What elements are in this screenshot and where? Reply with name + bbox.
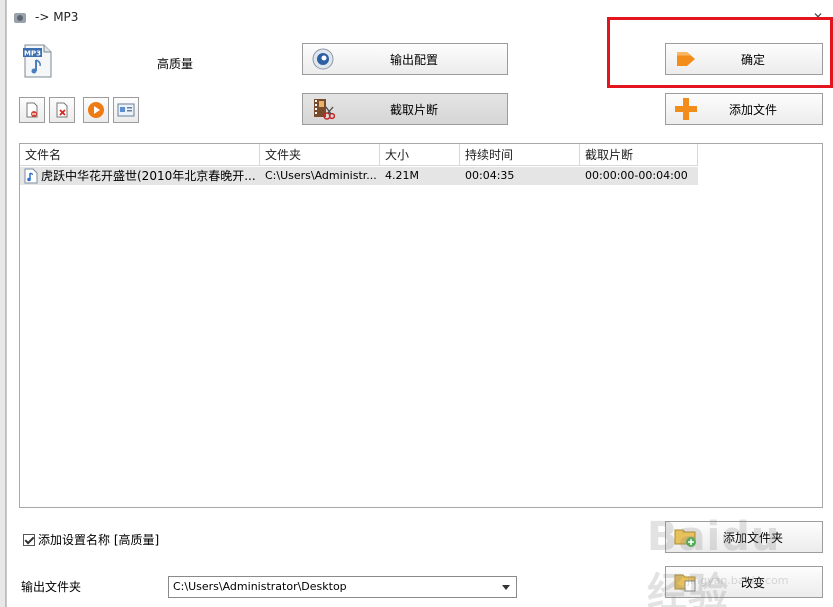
confirm-button[interactable]: 确定	[665, 43, 823, 75]
file-list[interactable]: 文件名 文件夹 大小 持续时间 截取片断 虎跃中华花开盛世(2010年北京春晚开…	[19, 143, 823, 508]
add-file-button[interactable]: 添加文件	[665, 93, 823, 125]
output-folder-value: C:\Users\Administrator\Desktop	[173, 580, 347, 593]
size-cell: 4.21M	[385, 169, 419, 182]
quality-label: 高质量	[157, 57, 194, 71]
config-gear-icon	[312, 48, 334, 70]
remove-file-button[interactable]	[19, 97, 45, 123]
change-button[interactable]: 改变	[665, 566, 823, 598]
add-folder-button[interactable]: 添加文件夹	[665, 521, 823, 553]
play-button[interactable]	[83, 97, 109, 123]
trim-button[interactable]: 截取片断	[302, 93, 508, 125]
table-row[interactable]: 虎跃中华花开盛世(2010年北京春晚开... C:\Users\Administ…	[20, 167, 698, 185]
media-info-icon	[117, 103, 135, 117]
file-name-text: 虎跃中华花开盛世(2010年北京春晚开...	[41, 169, 256, 183]
clip-cell: 00:00:00-00:04:00	[585, 169, 688, 182]
output-folder-select[interactable]: C:\Users\Administrator\Desktop	[168, 576, 517, 598]
duration-cell: 00:04:35	[465, 169, 515, 182]
column-header-duration[interactable]: 持续时间	[460, 144, 580, 166]
close-icon[interactable]: ✕	[813, 10, 823, 24]
add-setting-name-checkbox[interactable]	[23, 533, 35, 546]
output-config-button[interactable]: 输出配置	[302, 43, 508, 75]
mp3-badge-label: MP3	[24, 50, 41, 58]
folder-cell: C:\Users\Administr...	[265, 169, 377, 182]
convert-dialog: -> MP3 ✕ MP3 高质量 输出配置 确定 截取片断 添加文件 文件名 文…	[6, 0, 833, 607]
output-folder-label: 输出文件夹	[21, 580, 82, 594]
add-setting-name-option[interactable]: 添加设置名称 [高质量]	[23, 531, 159, 548]
play-icon	[88, 102, 104, 118]
chevron-down-icon[interactable]	[499, 577, 513, 597]
column-header-size[interactable]: 大小	[380, 144, 460, 166]
window-title: -> MP3	[35, 10, 79, 24]
delete-icon	[56, 102, 68, 118]
app-icon	[14, 13, 26, 23]
forward-arrow-icon	[677, 52, 695, 66]
media-info-button[interactable]	[113, 97, 139, 123]
file-name-cell: 虎跃中华花开盛世(2010年北京春晚开...	[20, 167, 260, 185]
column-header-filename[interactable]: 文件名	[20, 144, 260, 166]
add-setting-name-label: 添加设置名称 [高质量]	[38, 533, 160, 547]
column-header-folder[interactable]: 文件夹	[260, 144, 380, 166]
title-bar: -> MP3 ✕	[7, 0, 833, 34]
delete-button[interactable]	[49, 97, 75, 123]
music-file-icon	[24, 168, 38, 184]
remove-file-icon	[26, 102, 38, 118]
film-scissors-icon	[314, 99, 335, 120]
folder-change-icon	[674, 574, 696, 592]
file-list-header: 文件名 文件夹 大小 持续时间 截取片断	[20, 144, 698, 166]
plus-icon	[675, 98, 697, 120]
folder-add-icon	[674, 529, 696, 547]
column-header-clip[interactable]: 截取片断	[580, 144, 698, 166]
mp3-file-icon: MP3	[23, 44, 52, 78]
